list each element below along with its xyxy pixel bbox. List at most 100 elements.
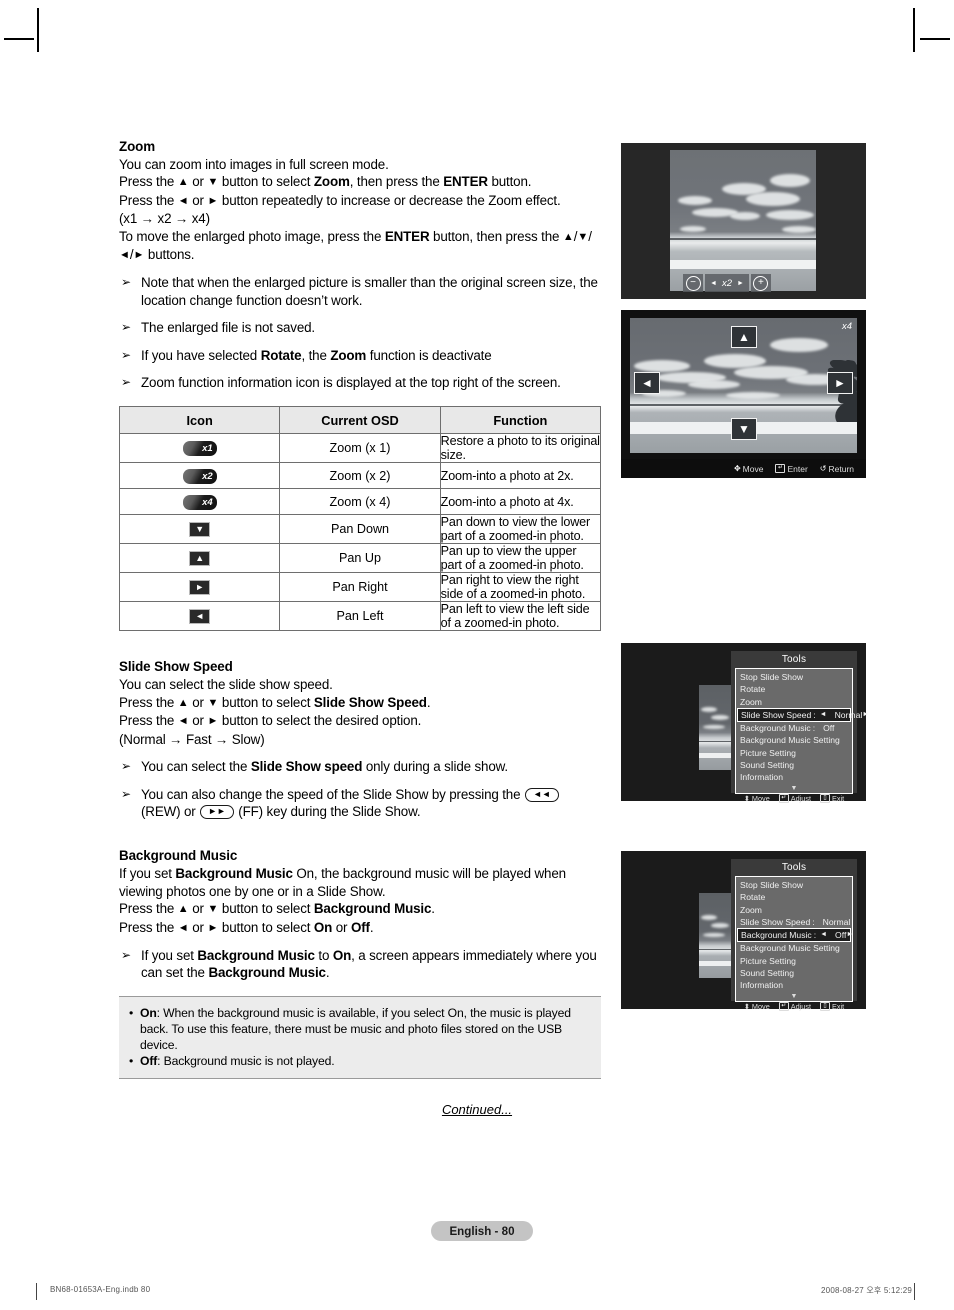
tools-menu-item[interactable]: Zoom <box>736 696 852 708</box>
tools-menu-item[interactable]: Slide Show Speed: ◄ Normal ► <box>737 707 869 723</box>
table-row: ► Pan Right Pan right to view the right si… <box>118 572 602 603</box>
tools-menu-item[interactable]: Stop Slide Show <box>736 671 852 683</box>
footer-adjust-hint: ↵ Adjust <box>778 1001 811 1011</box>
table-cell-function: Pan down to view the lower part of a zoo… <box>439 514 602 545</box>
tools-menu-item[interactable]: Sound Setting <box>736 759 852 771</box>
crop-mark-left-top-horizontal <box>4 38 34 40</box>
enter-key-icon: ↵ <box>778 793 789 803</box>
tools-menu-item-colon: : <box>812 916 815 927</box>
tools-menu-item[interactable]: Background Music Setting <box>736 734 852 746</box>
bgmusic-line-2: Press the ▲ or ▼ button to select Backgr… <box>119 901 435 917</box>
table-cell-function: Zoom-into a photo at 2x. <box>439 462 602 490</box>
figure-zoom-control-screen: − ◄ x2 ► + <box>621 143 866 299</box>
osd-enter-hint: ↵ Enter <box>775 464 808 474</box>
zoom-line-3: Press the ◄ or ► button repeatedly to in… <box>119 192 561 208</box>
tools-menu-scroll-down-icon[interactable]: ▼ <box>736 992 852 1001</box>
pan-down-button[interactable]: ▼ <box>731 418 757 440</box>
table-cell-icon: x2 <box>118 462 281 490</box>
tools-menu-item[interactable]: Zoom <box>736 904 852 916</box>
enter-key-icon: ↵ <box>778 1001 789 1011</box>
table-cell-current-osd: Pan Up <box>279 543 441 574</box>
tools-menu-list: Stop Slide Show Rotate Zoom Slide Show Spee… <box>735 876 853 1002</box>
table-row: x2 Zoom (x 2) Zoom-into a photo at 2x. <box>118 462 602 490</box>
tools-menu-item[interactable]: Background Music Setting <box>736 942 852 954</box>
tools-menu-list: Stop Slide Show Rotate Zoom Slide Show Spee… <box>735 668 869 794</box>
tools-menu-item-label: Background Music <box>740 723 811 734</box>
bullet-dot-icon: • <box>129 1005 134 1020</box>
tools-menu-item-label: Information <box>740 980 783 991</box>
tools-menu-item-label: Rotate <box>740 684 766 695</box>
crop-mark-right-top-horizontal <box>920 38 950 40</box>
footer-timestamp: 2008-08-27 오후 5:12:29 <box>821 1286 912 1295</box>
tools-menu-item[interactable]: Information <box>736 771 852 783</box>
zoom-level-x2-icon: x2 <box>182 468 217 484</box>
slideshow-line-4: (Normal → Fast → Slow) <box>119 731 265 747</box>
table-row: ▼ Pan Down Pan down to view the lower part… <box>118 514 602 545</box>
tools-menu-item[interactable]: Rotate <box>736 683 852 695</box>
note-arrow-icon: ➢ <box>121 375 131 390</box>
tools-menu-item[interactable]: Picture Setting <box>736 955 852 967</box>
zoom-level-x4-icon: x4 <box>182 494 217 510</box>
tools-menu-item-label: Sound Setting <box>740 760 794 771</box>
ff-key-icon: ►► <box>200 804 234 819</box>
zoom-section-heading: Zoom <box>119 139 156 154</box>
horizon-line <box>670 238 816 240</box>
tools-menu-scroll-down-icon[interactable]: ▼ <box>736 784 852 793</box>
exit-key-icon: ▯ <box>820 1001 831 1011</box>
tools-menu-left-arrow-icon[interactable]: ◄ <box>820 929 827 941</box>
pan-up-button[interactable]: ▲ <box>731 326 757 348</box>
tools-menu-item-label: Zoom <box>740 904 762 915</box>
tools-menu-footer: ⬍ Move ↵ Adjust ▯ Exit <box>731 793 857 803</box>
tools-menu-item-label: Zoom <box>740 696 762 707</box>
table-cell-icon: ▼ <box>118 514 281 545</box>
tools-menu-item[interactable]: Background Music: ◄ Off ► <box>737 928 853 943</box>
zoom-right-arrow-icon[interactable]: ► <box>737 280 744 287</box>
slideshow-section-heading: Slide Show Speed <box>119 659 233 675</box>
tools-menu-item[interactable]: Stop Slide Show <box>736 879 852 891</box>
zoom-note-3: ➢ If you have selected Rotate, the Zoom … <box>121 347 492 363</box>
pan-right-button[interactable]: ► <box>827 372 853 394</box>
zoom-level-x1-icon: x1 <box>182 441 217 457</box>
tools-menu-left-arrow-icon[interactable]: ◄ <box>820 709 827 721</box>
crop-mark-top-left-vertical <box>37 8 39 52</box>
table-cell-icon: ◄ <box>118 601 281 632</box>
bgmusic-callout-box: • On: When the background music is avail… <box>119 995 601 1079</box>
content-column: Zoom You can zoom into images in full sc… <box>118 138 602 1079</box>
zoom-level-badge: x4 <box>841 321 852 332</box>
tools-menu-item-label: Background Music Setting <box>740 735 840 746</box>
zoom-line-1: You can zoom into images in full screen … <box>119 157 389 172</box>
tools-menu-panel: Tools Stop Slide Show Rotate Zoom Slide Sho… <box>731 651 869 803</box>
table-cell-icon: ▲ <box>118 543 281 574</box>
tools-menu-item[interactable]: Background Music: Off <box>736 722 852 734</box>
bgmusic-line-3: Press the ◄ or ► button to select On or … <box>119 919 374 935</box>
tools-menu-item[interactable]: Information <box>736 979 852 991</box>
photo-fullscreen: x4 ▲ ▼ ◄ ► <box>630 318 857 453</box>
table-cell-current-osd: Pan Down <box>279 514 441 545</box>
slideshow-notes: ➢ You can select the Slide Show speed on… <box>119 758 601 820</box>
bgmusic-line-1: If you set Background Music On, the back… <box>119 866 566 899</box>
zoom-in-button[interactable]: + <box>750 274 771 292</box>
tools-menu-item[interactable]: Sound Setting <box>736 967 852 979</box>
note-arrow-icon: ➢ <box>121 759 131 774</box>
tools-menu-right-arrow-icon[interactable]: ► <box>862 709 869 721</box>
callout-item-off: • Off: Background music is not played. <box>129 1054 335 1069</box>
slideshow-line-2: Press the ▲ or ▼ button to select Slide … <box>119 694 431 710</box>
zoom-control-bar: − ◄ x2 ► + <box>683 274 771 292</box>
tools-menu-item-colon: : <box>812 723 816 734</box>
updown-icon: ⬍ <box>743 1001 750 1011</box>
footer-move-hint: ⬍ Move <box>743 1001 770 1011</box>
tools-menu-item[interactable]: Slide Show Speed: Normal <box>736 916 852 928</box>
zoom-left-arrow-icon[interactable]: ◄ <box>710 280 717 287</box>
bgmusic-notes: ➢ If you set Background Music to On, a s… <box>119 947 601 982</box>
dpad-icon: ✥ <box>733 464 741 473</box>
tools-menu-right-arrow-icon[interactable]: ► <box>846 929 853 941</box>
tools-menu-item[interactable]: Rotate <box>736 891 852 903</box>
tools-menu-item-label: Picture Setting <box>740 747 796 758</box>
table-cell-current-osd: Pan Left <box>279 601 441 632</box>
zoom-out-button[interactable]: − <box>683 274 703 292</box>
tools-menu-item-value: Normal <box>834 709 863 720</box>
pan-left-button[interactable]: ◄ <box>634 372 660 394</box>
tools-menu-item[interactable]: Picture Setting <box>736 747 852 759</box>
footer-move-hint: ⬍ Move <box>743 793 770 803</box>
bgmusic-note-1: ➢ If you set Background Music to On, a s… <box>121 947 597 981</box>
